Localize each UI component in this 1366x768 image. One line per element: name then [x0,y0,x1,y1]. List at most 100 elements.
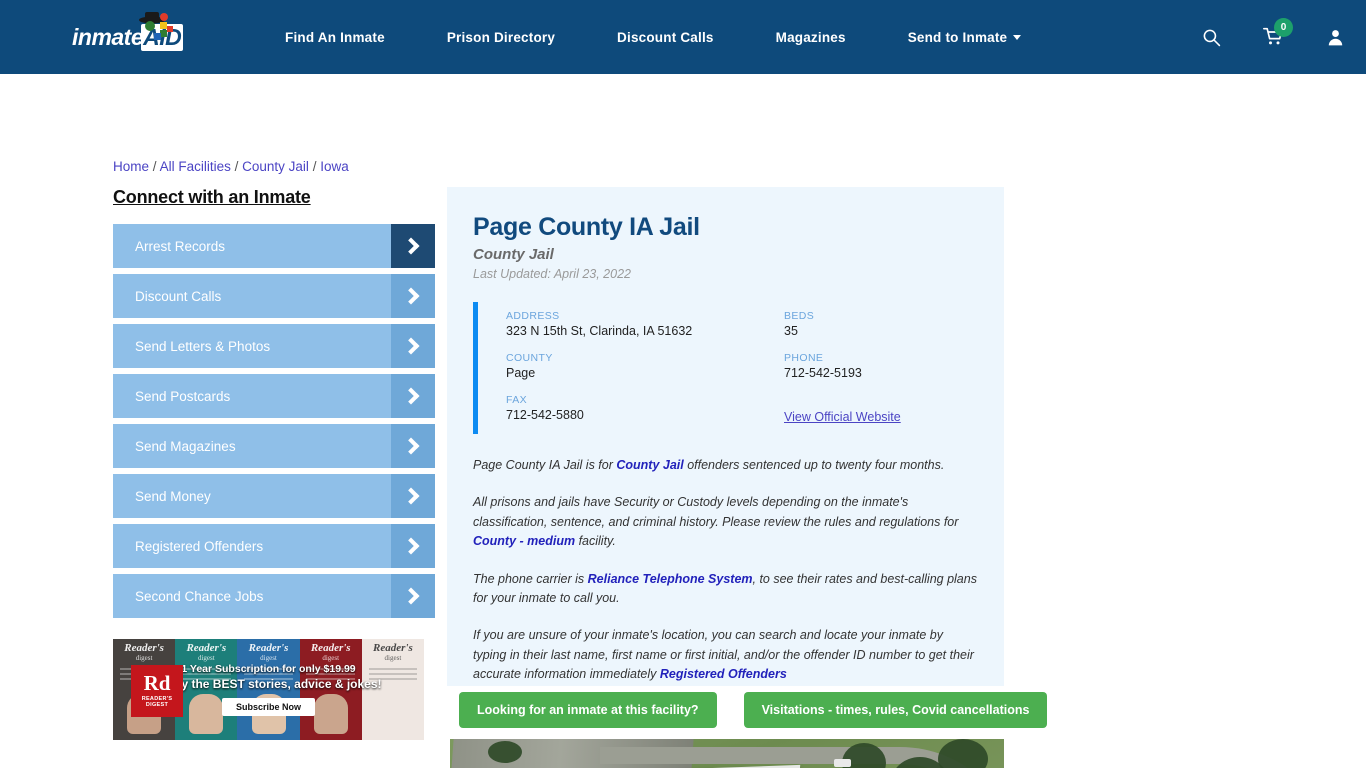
security-level-link[interactable]: County - medium [473,534,575,548]
detail-label: ADDRESS [506,310,560,322]
chevron-right-icon [391,374,435,418]
breadcrumb-separator: / [152,159,157,174]
sidebar-item-send-postcards[interactable]: Send Postcards [113,374,435,418]
chevron-right-icon [391,524,435,568]
description-paragraph-3: The phone carrier is Reliance Telephone … [473,570,978,609]
nav-send-to-inmate[interactable]: Send to Inmate [877,30,1053,45]
last-updated-text: Last Updated: April 23, 2022 [473,267,631,281]
nav-label: Prison Directory [446,29,556,45]
cart-count-badge: 0 [1274,18,1293,37]
detail-value: 712-542-5193 [784,366,862,380]
sidebar-item-label: Discount Calls [135,288,222,304]
official-website-link[interactable]: View Official Website [784,410,901,424]
sidebar-item-label: Registered Offenders [135,538,264,554]
breadcrumb-separator: / [234,159,239,174]
nav-find-an-inmate[interactable]: Find An Inmate [254,30,416,45]
chevron-right-icon [391,274,435,318]
ad-subhead: Enjoy the BEST stories, advice & jokes! [155,677,382,691]
facility-info-panel: Page County IA Jail County Jail Last Upd… [447,187,1004,686]
chevron-right-icon [391,424,435,468]
page-title: Page County IA Jail [473,213,700,241]
chevron-down-icon [1013,35,1022,41]
chevron-right-icon [391,574,435,618]
cart-button[interactable]: 0 [1242,0,1304,74]
detail-value: Page [506,366,536,380]
description-paragraph-1: Page County IA Jail is for County Jail o… [473,456,978,475]
paragraph-text: The phone carrier is [473,571,588,586]
advertisement-banner[interactable]: Reader's digest Reader's digest Reader's… [113,639,424,740]
site-logo[interactable]: inmate AID [72,12,198,59]
ad-subscribe-button[interactable]: Subscribe Now [221,698,315,716]
description-paragraph-2: All prisons and jails have Security or C… [473,493,978,551]
breadcrumb-item-iowa[interactable]: Iowa [320,159,349,174]
sidebar-item-arrest-records[interactable]: Arrest Records [113,224,435,268]
sidebar-item-label: Send Money [135,488,211,504]
ad-brand-name: READER'S DIGEST [141,695,173,708]
description-paragraph-4: If you are unsure of your inmate's locat… [473,626,978,684]
sidebar-item-second-chance-jobs[interactable]: Second Chance Jobs [113,574,435,618]
user-account-icon [1328,29,1342,45]
chevron-right-icon [391,474,435,518]
detail-value: 712-542-5880 [506,408,584,422]
nav-label: Discount Calls [617,29,714,45]
facility-details-grid: ADDRESS 323 N 15th St, Clarinda, IA 5163… [473,302,993,434]
paragraph-text: All prisons and jails have Security or C… [473,495,959,529]
nav-prison-directory[interactable]: Prison Directory [416,30,586,45]
breadcrumb: Home / All Facilities / County Jail / Io… [113,159,349,174]
ad-headline: 1 Year Subscription for only $19.99 [181,663,356,675]
search-icon [1203,29,1220,46]
breadcrumb-separator: / [312,159,317,174]
account-button[interactable] [1304,0,1366,74]
paragraph-text: offenders sentenced up to twenty four mo… [683,458,945,472]
breadcrumb-item-all-facilities[interactable]: All Facilities [160,159,231,174]
detail-label: COUNTY [506,352,553,364]
sidebar-item-label: Send Postcards [135,388,231,404]
search-button[interactable] [1180,0,1242,74]
nav-label: Magazines [775,29,846,45]
detail-county: COUNTY Page [506,352,784,380]
detail-official-website: View Official Website [784,394,993,426]
breadcrumb-item-home[interactable]: Home [113,159,149,174]
sidebar-item-label: Send Letters & Photos [135,338,271,354]
sidebar-item-label: Second Chance Jobs [135,588,264,604]
detail-address: ADDRESS 323 N 15th St, Clarinda, IA 5163… [506,310,784,338]
phone-carrier-link[interactable]: Reliance Telephone System [588,572,753,586]
facility-type: County Jail [473,246,554,263]
nav-label: Find An Inmate [285,29,385,45]
detail-label: PHONE [784,352,824,364]
sidebar-title: Connect with an Inmate [113,187,311,207]
visitations-button[interactable]: Visitations - times, rules, Covid cancel… [743,692,1048,728]
detail-fax: FAX 712-542-5880 [506,394,784,426]
readers-digest-logo: Rd READER'S DIGEST [131,665,183,717]
cta-button-row: Looking for an inmate at this facility? … [459,692,1048,728]
find-inmate-button[interactable]: Looking for an inmate at this facility? [459,692,717,728]
sidebar-item-registered-offenders[interactable]: Registered Offenders [113,524,435,568]
paragraph-text: facility. [575,534,616,549]
main-navigation: Find An Inmate Prison Directory Discount… [254,30,1052,45]
sidebar-item-send-magazines[interactable]: Send Magazines [113,424,435,468]
detail-phone: PHONE 712-542-5193 [784,352,993,380]
breadcrumb-item-county-jail[interactable]: County Jail [242,159,309,174]
detail-label: BEDS [784,310,815,322]
satellite-car [834,759,851,767]
header-icon-group: 0 [1180,0,1366,74]
county-jail-link[interactable]: County Jail [616,458,683,472]
nav-discount-calls[interactable]: Discount Calls [586,30,745,45]
detail-value: 323 N 15th St, Clarinda, IA 51632 [506,324,693,338]
facility-satellite-image[interactable] [450,739,1004,768]
satellite-tree [488,741,522,763]
ad-brand-initials: Rd [143,671,171,696]
sidebar-item-send-money[interactable]: Send Money [113,474,435,518]
detail-beds: BEDS 35 [784,310,993,338]
chevron-right-icon [391,324,435,368]
facility-description: Page County IA Jail is for County Jail o… [473,456,978,684]
sidebar: Connect with an Inmate Arrest Records Di… [113,187,435,624]
site-header: inmate AID Find An Inmate Prison Directo… [0,0,1366,74]
nav-label: Send to Inmate [907,29,1008,45]
sidebar-item-send-letters-photos[interactable]: Send Letters & Photos [113,324,435,368]
registered-offenders-link[interactable]: Registered Offenders [660,667,787,681]
detail-value: 35 [784,324,798,338]
nav-magazines[interactable]: Magazines [745,30,877,45]
paragraph-text: Page County IA Jail is for [473,458,617,472]
sidebar-item-discount-calls[interactable]: Discount Calls [113,274,435,318]
